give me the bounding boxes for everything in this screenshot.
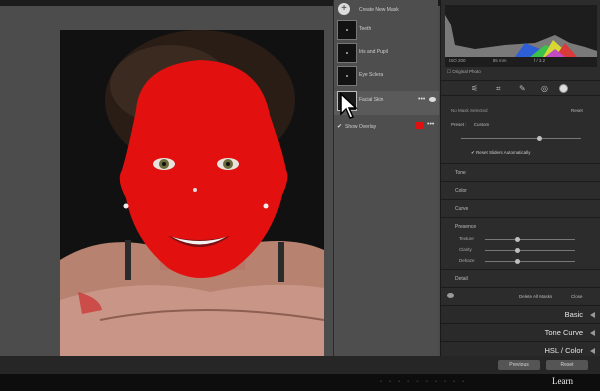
aperture: f / 3.2	[533, 58, 546, 63]
mask-item-teeth[interactable]: Teeth	[334, 20, 439, 44]
image-canvas[interactable]	[0, 6, 333, 358]
mask-label: Teeth	[359, 26, 372, 32]
tool-strip: ⚟ ⌗ ✎ ◎	[441, 80, 600, 96]
panel-tone-curve[interactable]: Tone Curve	[441, 323, 600, 341]
filmstrip[interactable]: ▫ ▫ ▫ ▫ ▫ ▫ ▫ ▫ ▫ ▫ Learn	[0, 374, 600, 391]
section-label[interactable]: Presence	[455, 224, 476, 230]
section-detail[interactable]: Detail	[441, 269, 600, 287]
mask-item-iris[interactable]: Iris and Pupil	[334, 43, 439, 67]
mask-thumbnail	[337, 43, 357, 63]
mask-name: No Mask Selected	[451, 108, 488, 113]
original-photo-checkbox[interactable]: ☐ Original Photo	[447, 69, 481, 75]
learn-watermark: Learn	[552, 376, 573, 386]
preset-label: Preset :	[451, 122, 467, 127]
panel-basic[interactable]: Basic	[441, 305, 600, 323]
mask-thumbnail	[337, 20, 357, 40]
iso-value: ISO 200	[449, 58, 466, 63]
reset-sliders-label: Reset Sliders Automatically	[476, 150, 531, 155]
photo[interactable]	[60, 30, 324, 358]
checkbox-icon[interactable]: ✔	[337, 123, 342, 130]
develop-panel: ISO 200 85 mm f / 3.2 ☐ Original Photo ⚟…	[440, 0, 600, 360]
triangle-left-icon	[590, 312, 595, 318]
more-icon[interactable]: •••	[418, 96, 425, 103]
delete-all-masks-button[interactable]: Delete All Masks	[519, 294, 552, 299]
plus-icon: +	[338, 3, 350, 15]
section-color[interactable]: Color	[441, 181, 600, 199]
panel-label: Basic	[564, 310, 583, 319]
panel-label: Tone Curve	[544, 328, 583, 337]
create-new-mask-label: Create New Mask	[359, 7, 399, 13]
mask-footer: Delete All Masks Close	[441, 287, 600, 305]
triangle-left-icon	[590, 348, 595, 354]
section-label: Curve	[455, 206, 469, 212]
more-icon[interactable]: •••	[427, 121, 434, 128]
texture-slider[interactable]	[485, 237, 575, 242]
cursor-icon	[340, 92, 358, 119]
section-tone[interactable]: Tone	[441, 163, 600, 181]
mask-item-sclera[interactable]: Eye Sclera	[334, 66, 439, 90]
reset-link[interactable]: Reset	[571, 108, 583, 113]
mask-tool-icon[interactable]	[559, 84, 568, 93]
preset-value: Custom	[473, 122, 490, 127]
mask-label: Facial Skin	[359, 97, 384, 103]
eye-icon[interactable]	[447, 293, 454, 298]
sliders-icon[interactable]: ⚟	[471, 84, 478, 93]
preset-row[interactable]: Preset : Custom	[451, 122, 489, 127]
original-photo-label: Original Photo	[452, 69, 481, 74]
portrait-image	[60, 30, 324, 358]
histogram-graph	[445, 15, 597, 57]
section-label: Detail	[455, 276, 468, 282]
previous-button[interactable]: Previous	[498, 360, 540, 370]
mask-label: Eye Sclera	[359, 72, 384, 78]
dehaze-slider[interactable]	[485, 259, 575, 264]
redeye-icon[interactable]: ◎	[541, 84, 548, 93]
histogram: ISO 200 85 mm f / 3.2	[445, 5, 597, 67]
reset-sliders-checkbox[interactable]: ✔ Reset Sliders Automatically	[471, 150, 531, 156]
mask-list-panel: + Create New Mask Teeth Iris and Pupil E…	[333, 0, 439, 356]
eye-icon[interactable]	[429, 97, 436, 102]
mask-thumbnail	[337, 66, 357, 86]
close-button[interactable]: Close	[571, 294, 583, 299]
dehaze-label: Dehaze	[459, 258, 475, 263]
clarity-slider[interactable]	[485, 248, 575, 253]
section-label: Tone	[455, 170, 466, 176]
exif-row: ISO 200 85 mm f / 3.2	[449, 58, 593, 63]
mask-label: Iris and Pupil	[359, 49, 388, 55]
filmstrip-icons: ▫ ▫ ▫ ▫ ▫ ▫ ▫ ▫ ▫ ▫	[380, 379, 468, 385]
healing-icon[interactable]: ✎	[519, 84, 526, 93]
triangle-left-icon	[590, 330, 595, 336]
app-window: + Create New Mask Teeth Iris and Pupil E…	[0, 0, 600, 391]
section-presence: Presence Texture Clarity Dehaze	[441, 217, 600, 269]
reset-button[interactable]: Reset	[546, 360, 588, 370]
slider-knob[interactable]	[515, 237, 520, 242]
crop-icon[interactable]: ⌗	[496, 84, 501, 94]
texture-label: Texture	[459, 236, 474, 241]
panel-label: HSL / Color	[544, 346, 584, 355]
amount-slider[interactable]	[461, 136, 581, 141]
section-label: Color	[455, 188, 467, 194]
slider-knob[interactable]	[515, 259, 520, 264]
overlay-color-swatch[interactable]	[416, 122, 423, 129]
slider-knob[interactable]	[515, 248, 520, 253]
section-curve[interactable]: Curve	[441, 199, 600, 217]
focal-length: 85 mm	[492, 58, 507, 63]
show-overlay-row[interactable]: ✔ Show Overlay •••	[334, 118, 439, 142]
clarity-label: Clarity	[459, 247, 472, 252]
slider-knob[interactable]	[537, 136, 542, 141]
show-overlay-label: Show Overlay	[345, 124, 377, 130]
